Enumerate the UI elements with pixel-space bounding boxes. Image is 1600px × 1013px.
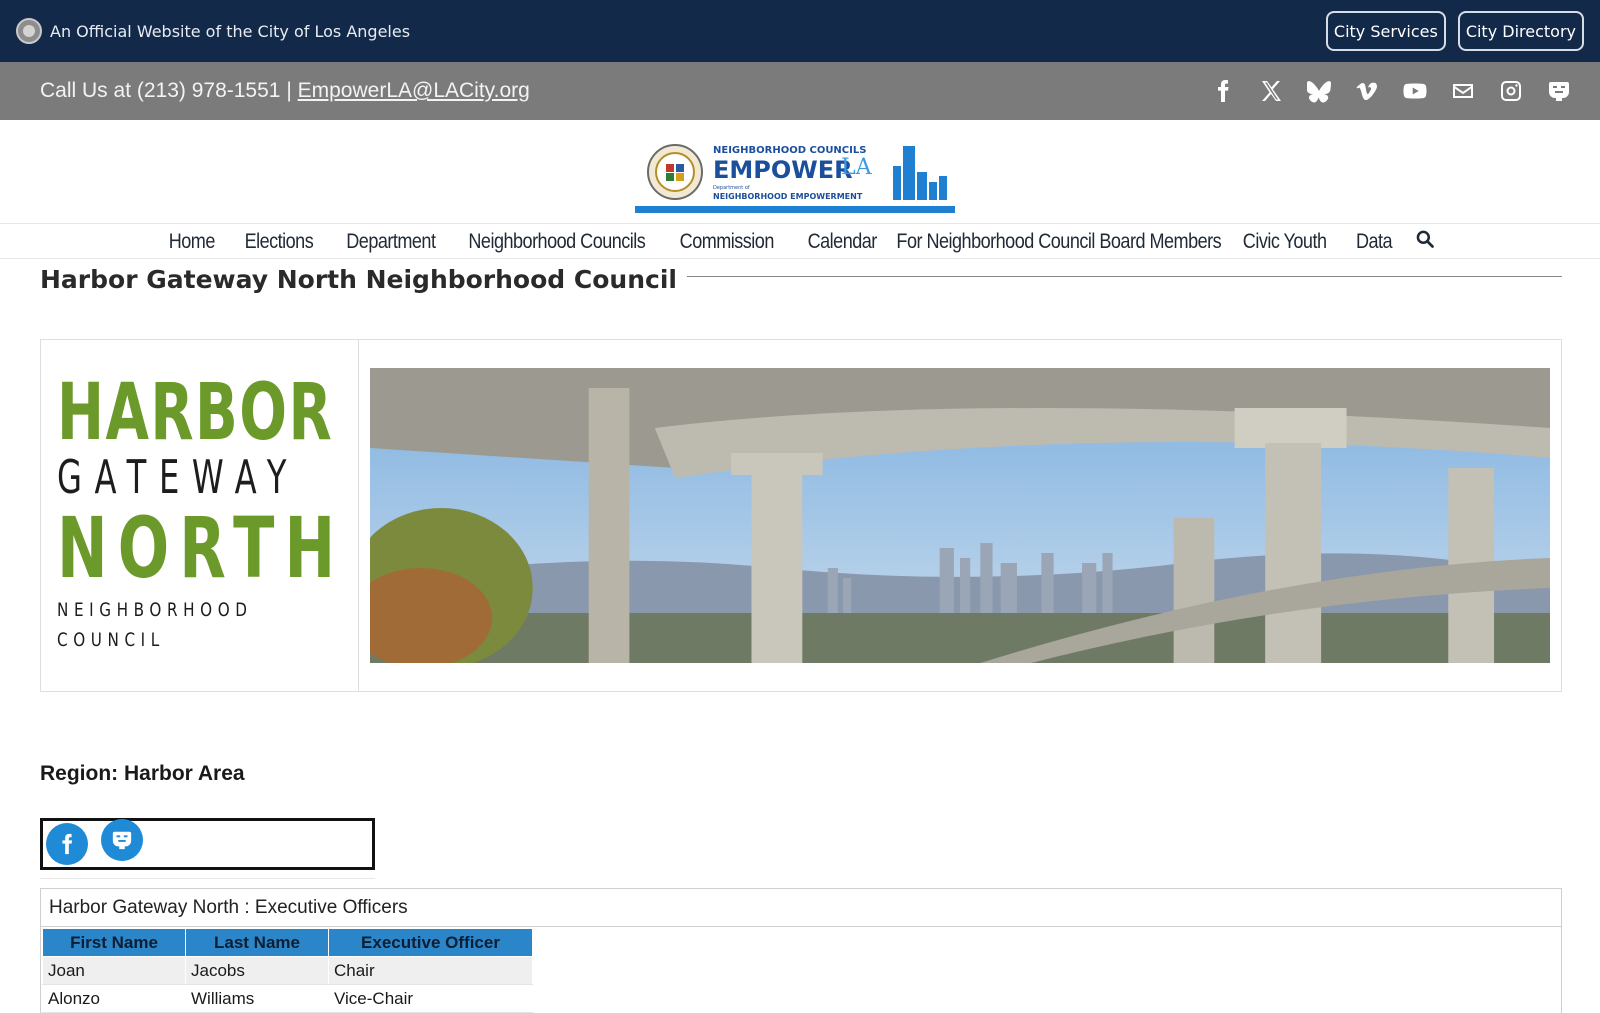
page-title: Harbor Gateway North Neighborhood Counci… [40, 264, 677, 294]
official-links: City Services City Directory [1325, 11, 1584, 51]
social-links-top [1210, 78, 1572, 104]
official-text: An Official Website of the City of Los A… [50, 21, 411, 41]
hgn-logo-gateway: GATEWAY [57, 449, 299, 504]
nav-home[interactable]: Home [169, 230, 216, 254]
freeway-skyline-image [370, 368, 1550, 663]
mail-icon[interactable] [1450, 78, 1476, 104]
contact-bar: Call Us at (213) 978-1551 | EmpowerLA@LA… [0, 62, 1600, 120]
nav-commission[interactable]: Commission [680, 230, 775, 254]
banner-photo-wrap [359, 340, 1561, 691]
column-header-first-name[interactable]: First Name [42, 928, 186, 957]
nav-calendar[interactable]: Calendar [807, 230, 877, 254]
vimeo-icon[interactable] [1354, 78, 1380, 104]
cell-executive-officer: Chair [328, 956, 533, 985]
city-seal-icon [16, 18, 42, 44]
official-bar: An Official Website of the City of Los A… [0, 0, 1600, 62]
officers-table: First Name Last Name Executive Officer J… [42, 928, 533, 1013]
logo-area: NEIGHBORHOOD COUNCILS EMPOWER LA Departm… [0, 120, 1600, 224]
nav-data[interactable]: Data [1356, 230, 1393, 254]
nextdoor-icon[interactable] [1546, 78, 1572, 104]
phone-text: Call Us at (213) 978-1551 [40, 79, 281, 102]
nextdoor-icon[interactable] [101, 819, 143, 861]
search-icon[interactable] [1415, 229, 1435, 254]
logo-text-la: LA [841, 155, 873, 180]
city-directory-button[interactable]: City Directory [1457, 11, 1584, 51]
table-row: Alonzo Williams Vice-Chair [42, 984, 533, 1013]
logo-text-line4: NEIGHBORHOOD EMPOWERMENT [713, 192, 863, 201]
hgn-logo: HARBOR GATEWAY NORTH NEIGHBORHOOD COUNCI… [41, 340, 359, 691]
social-divider [40, 878, 375, 879]
cell-last-name: Williams [185, 984, 329, 1013]
hgn-logo-nc: NEIGHBORHOOD COUNCIL [57, 598, 253, 651]
nav-elections[interactable]: Elections [244, 230, 313, 254]
email-link[interactable]: EmpowerLA@LACity.org [298, 79, 530, 102]
cell-last-name: Jacobs [185, 956, 329, 985]
council-social-links [40, 818, 375, 870]
logo-text-line2: EMPOWER [713, 156, 853, 184]
hgn-logo-north: NORTH [57, 498, 346, 597]
main-nav: Home Elections Department Neighborhood C… [0, 225, 1600, 259]
table-row: Joan Jacobs Chair [42, 956, 533, 985]
cell-executive-officer: Vice-Chair [328, 984, 533, 1013]
bluesky-icon[interactable] [1306, 78, 1332, 104]
page-title-row: Harbor Gateway North Neighborhood Counci… [40, 262, 1562, 296]
officers-panel-title: Harbor Gateway North : Executive Officer… [41, 889, 1561, 927]
executive-officers-panel: Harbor Gateway North : Executive Officer… [40, 888, 1562, 1013]
x-icon[interactable] [1258, 78, 1284, 104]
nav-civic-youth[interactable]: Civic Youth [1242, 230, 1326, 254]
empowerla-logo[interactable]: NEIGHBORHOOD COUNCILS EMPOWER LA Departm… [635, 126, 965, 218]
table-header-row: First Name Last Name Executive Officer [42, 928, 533, 957]
youtube-icon[interactable] [1402, 78, 1428, 104]
official-notice: An Official Website of the City of Los A… [16, 18, 410, 44]
nav-neighborhood-councils[interactable]: Neighborhood Councils [469, 230, 646, 254]
council-banner: HARBOR GATEWAY NORTH NEIGHBORHOOD COUNCI… [40, 339, 1562, 692]
nav-board-members[interactable]: For Neighborhood Council Board Members [896, 230, 1221, 254]
nav-department[interactable]: Department [346, 230, 436, 254]
column-header-executive-officer[interactable]: Executive Officer [328, 928, 533, 957]
cell-first-name: Joan [42, 956, 186, 985]
instagram-icon[interactable] [1498, 78, 1524, 104]
facebook-icon[interactable] [46, 823, 88, 865]
title-divider [686, 275, 1562, 277]
hgn-logo-harbor: HARBOR [57, 367, 334, 458]
column-header-last-name[interactable]: Last Name [185, 928, 329, 957]
contact-separator: | [286, 79, 292, 102]
contact-info: Call Us at (213) 978-1551 | EmpowerLA@LA… [40, 79, 530, 103]
city-services-button[interactable]: City Services [1325, 11, 1446, 51]
logo-text-line3: Department of [713, 185, 750, 191]
facebook-icon[interactable] [1210, 78, 1236, 104]
region-label: Region: Harbor Area [40, 762, 245, 785]
cell-first-name: Alonzo [42, 984, 186, 1013]
